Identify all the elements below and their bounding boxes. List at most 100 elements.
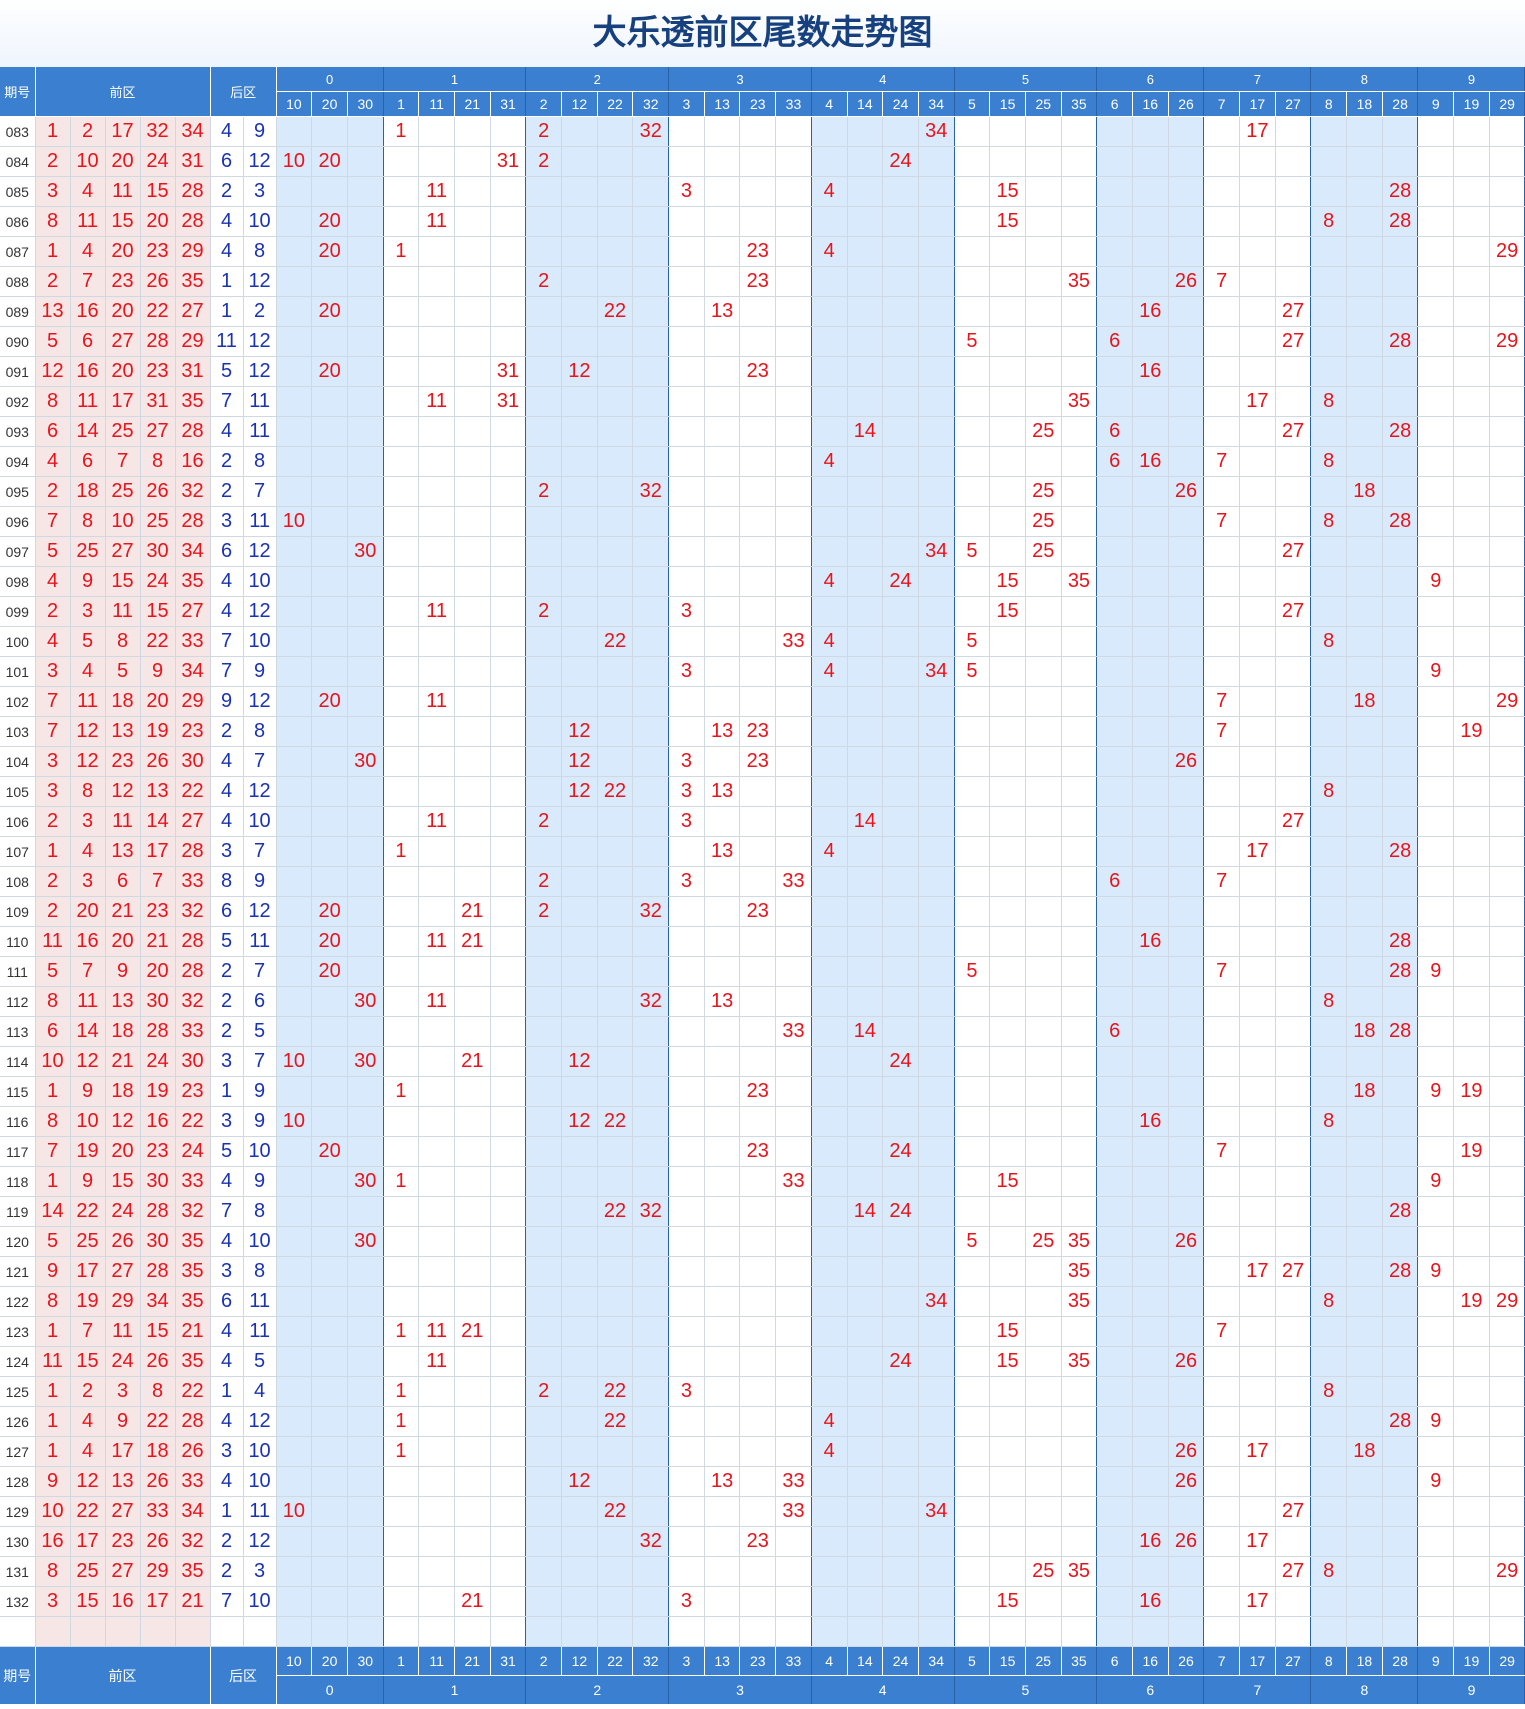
front-number: 2 xyxy=(35,596,71,627)
front-number: 28 xyxy=(175,506,211,537)
empty-cell xyxy=(1025,296,1062,327)
empty-cell xyxy=(1275,266,1312,297)
empty-cell xyxy=(1453,986,1490,1017)
empty-cell xyxy=(1453,416,1490,447)
hit-number: 27 xyxy=(1275,326,1312,357)
empty-cell xyxy=(1382,116,1419,147)
front-number: 32 xyxy=(175,476,211,507)
empty-cell xyxy=(490,1196,527,1227)
empty-cell xyxy=(1382,1346,1419,1377)
empty-cell xyxy=(1132,596,1169,627)
table-row: 094 4 6 7 8 16 2 8 4 6 16 7 8 xyxy=(0,446,1525,477)
empty-cell xyxy=(775,776,812,807)
front-number: 11 xyxy=(70,686,106,717)
empty-cell xyxy=(1239,1406,1276,1437)
empty-cell xyxy=(989,146,1026,177)
spacer-cell xyxy=(490,1616,527,1647)
empty-cell xyxy=(1310,896,1348,927)
empty-cell xyxy=(525,326,563,357)
front-number: 4 xyxy=(70,1436,106,1467)
empty-cell xyxy=(704,146,741,177)
empty-cell xyxy=(1489,1226,1525,1257)
empty-cell xyxy=(1096,146,1133,177)
empty-cell xyxy=(1382,356,1419,387)
empty-cell xyxy=(1096,1376,1133,1407)
empty-cell xyxy=(525,1076,563,1107)
table-row: 102 7 11 18 20 29 9 12 20 11 7 18 29 xyxy=(0,686,1525,717)
front-number: 25 xyxy=(70,1556,106,1587)
empty-cell xyxy=(311,596,348,627)
empty-cell xyxy=(1096,206,1133,237)
hit-number: 21 xyxy=(454,896,491,927)
empty-cell xyxy=(347,626,384,657)
back-number: 8 xyxy=(243,716,277,747)
period-cell: 116 xyxy=(0,1106,36,1137)
empty-cell xyxy=(525,206,563,237)
empty-cell xyxy=(704,896,741,927)
front-number: 14 xyxy=(35,1196,71,1227)
empty-cell xyxy=(1382,1136,1419,1167)
empty-cell xyxy=(704,686,741,717)
hit-number: 7 xyxy=(1203,956,1241,987)
empty-cell xyxy=(954,776,991,807)
empty-cell xyxy=(1025,896,1062,927)
front-number: 5 xyxy=(35,536,71,567)
empty-cell xyxy=(418,866,455,897)
empty-cell xyxy=(490,1076,527,1107)
empty-cell xyxy=(347,1136,384,1167)
number-header: 13 xyxy=(704,91,741,117)
empty-cell xyxy=(1203,656,1241,687)
empty-cell xyxy=(811,116,848,147)
empty-cell xyxy=(1203,1196,1241,1227)
empty-cell xyxy=(1417,596,1455,627)
back-number: 3 xyxy=(210,506,244,537)
empty-cell xyxy=(739,1376,777,1407)
table-row: 084 2 10 20 24 31 6 12 10 20 31 2 24 xyxy=(0,146,1525,177)
hit-number: 25 xyxy=(1025,506,1062,537)
front-number: 15 xyxy=(70,1586,106,1617)
empty-cell xyxy=(1453,326,1490,357)
hit-number: 2 xyxy=(525,866,563,897)
empty-cell xyxy=(918,626,955,657)
empty-cell xyxy=(1275,566,1312,597)
hit-number: 7 xyxy=(1203,1136,1241,1167)
hit-number: 35 xyxy=(1061,1346,1098,1377)
empty-cell xyxy=(1203,926,1241,957)
empty-cell xyxy=(490,1286,527,1317)
empty-cell xyxy=(1453,656,1490,687)
back-number: 11 xyxy=(243,926,277,957)
front-number: 17 xyxy=(70,1256,106,1287)
front-number: 13 xyxy=(105,986,141,1017)
empty-cell xyxy=(668,1196,705,1227)
empty-cell xyxy=(1453,806,1490,837)
empty-cell xyxy=(1310,1496,1348,1527)
front-number: 3 xyxy=(35,746,71,777)
empty-cell xyxy=(1168,1256,1205,1287)
empty-cell xyxy=(1203,206,1241,237)
empty-cell xyxy=(918,1076,955,1107)
empty-cell xyxy=(1310,866,1348,897)
front-number: 35 xyxy=(175,1226,211,1257)
empty-cell xyxy=(490,1346,527,1377)
empty-cell xyxy=(1346,446,1383,477)
empty-cell xyxy=(490,416,527,447)
empty-cell xyxy=(454,1076,491,1107)
empty-cell xyxy=(1025,1526,1062,1557)
period-cell: 128 xyxy=(0,1466,36,1497)
table-row: 099 2 3 11 15 27 4 12 11 2 3 15 27 xyxy=(0,596,1525,627)
spacer-cell xyxy=(1203,1616,1241,1647)
empty-cell xyxy=(739,386,777,417)
front-number: 1 xyxy=(35,1376,71,1407)
empty-cell xyxy=(704,1346,741,1377)
empty-cell xyxy=(668,1136,705,1167)
empty-cell xyxy=(347,1346,384,1377)
front-number: 11 xyxy=(105,1316,141,1347)
front-number: 2 xyxy=(70,116,106,147)
empty-cell xyxy=(811,326,848,357)
empty-cell xyxy=(668,386,705,417)
hit-number: 10 xyxy=(276,146,313,177)
footer-number-header: 4 xyxy=(811,1646,848,1676)
empty-cell xyxy=(347,356,384,387)
empty-cell xyxy=(1132,1436,1169,1467)
empty-cell xyxy=(383,146,420,177)
